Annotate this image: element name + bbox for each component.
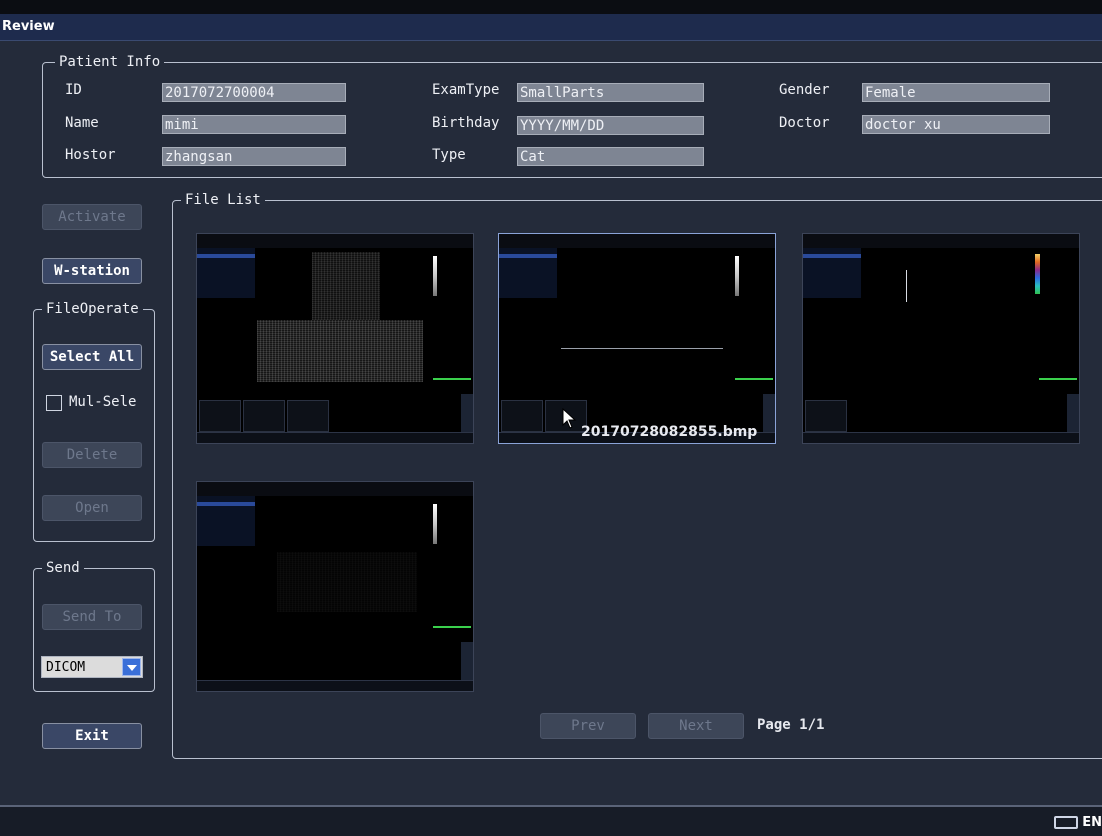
activate-button[interactable]: Activate: [42, 204, 142, 230]
green-marker: [433, 626, 471, 628]
send-legend: Send: [46, 560, 80, 576]
thumbnail-scrollbar: [461, 394, 473, 432]
doctor-field[interactable]: doctor xu: [862, 115, 1050, 134]
send-to-button[interactable]: Send To: [42, 604, 142, 630]
cine-frame: [199, 400, 241, 432]
thumbnail-menu: [803, 248, 861, 298]
thumbnail-footer: [197, 432, 473, 443]
delete-button[interactable]: Delete: [42, 442, 142, 468]
hostor-label: Hostor: [65, 147, 116, 163]
thumbnail-scrollbar: [1067, 394, 1079, 432]
title-bar: Review: [0, 14, 1102, 41]
examtype-field[interactable]: SmallParts: [517, 83, 704, 102]
ultrasound-image: [257, 320, 423, 382]
gray-scale-bar: [433, 504, 437, 544]
thumbnail-footer: [197, 680, 473, 691]
thumbnail-header: [197, 234, 473, 248]
birthday-label: Birthday: [432, 115, 500, 131]
input-method-indicator[interactable]: EN: [1054, 815, 1102, 830]
thumbnail-footer: [803, 432, 1079, 443]
mul-sele-checkbox[interactable]: [46, 395, 62, 411]
file-list-legend: File List: [185, 192, 261, 208]
thumbnail-header: [499, 234, 775, 248]
thumbnail-menu: [197, 248, 255, 298]
green-marker: [1039, 378, 1077, 380]
file-thumbnail[interactable]: [196, 233, 474, 444]
send-format-value: DICOM: [46, 660, 86, 675]
thumbnail-menu: [499, 248, 557, 298]
w-station-button[interactable]: W-station: [42, 258, 142, 284]
cine-frame: [243, 400, 285, 432]
thumbnail-header: [197, 482, 473, 496]
prev-page-button[interactable]: Prev: [540, 713, 636, 739]
green-marker: [735, 378, 773, 380]
mul-sele-label: Mul-Sele: [69, 394, 137, 410]
type-field[interactable]: Cat: [517, 147, 704, 166]
patient-info-legend: Patient Info: [59, 54, 161, 70]
hostor-field[interactable]: zhangsan: [162, 147, 346, 166]
open-button[interactable]: Open: [42, 495, 142, 521]
name-field[interactable]: mimi: [162, 115, 346, 134]
thumbnail-scrollbar: [763, 394, 775, 432]
send-format-select[interactable]: DICOM: [41, 656, 143, 678]
top-strip: [0, 0, 1102, 14]
gender-field[interactable]: Female: [862, 83, 1050, 102]
file-thumbnail[interactable]: [802, 233, 1080, 444]
cine-frame: [501, 400, 543, 432]
next-page-button[interactable]: Next: [648, 713, 744, 739]
file-thumbnail[interactable]: [196, 481, 474, 692]
ultrasound-image: [312, 252, 380, 320]
name-label: Name: [65, 115, 99, 131]
select-all-button[interactable]: Select All: [42, 344, 142, 370]
id-field[interactable]: 2017072700004: [162, 83, 346, 102]
gray-scale-bar: [433, 256, 437, 296]
status-bar: EN: [0, 805, 1102, 836]
page-indicator: Page 1/1: [757, 717, 825, 733]
ultrasound-image: [277, 552, 417, 612]
image-line: [906, 270, 907, 302]
dropdown-arrow-icon[interactable]: [122, 658, 141, 676]
file-thumbnail-selected[interactable]: 20170728082855.bmp: [498, 233, 776, 444]
exit-button[interactable]: Exit: [42, 723, 142, 749]
type-label: Type: [432, 147, 466, 163]
image-line: [561, 348, 723, 349]
gray-scale-bar: [735, 256, 739, 296]
keyboard-icon: [1054, 816, 1079, 829]
doctor-label: Doctor: [779, 115, 830, 131]
thumbnail-menu: [197, 496, 255, 546]
cine-frame: [287, 400, 329, 432]
id-label: ID: [65, 82, 82, 98]
window-title: Review: [2, 19, 55, 34]
thumbnail-scrollbar: [461, 642, 473, 680]
input-method-label: EN: [1082, 815, 1102, 830]
file-operate-legend: FileOperate: [46, 301, 139, 317]
green-marker: [433, 378, 471, 380]
color-scale-bar: [1035, 254, 1040, 294]
thumbnail-header: [803, 234, 1079, 248]
thumbnail-filename: 20170728082855.bmp: [581, 424, 758, 440]
birthday-field[interactable]: YYYY/MM/DD: [517, 116, 704, 135]
examtype-label: ExamType: [432, 82, 500, 98]
review-window: Review Patient Info ID 2017072700004 Nam…: [0, 0, 1102, 836]
cine-frame: [805, 400, 847, 432]
mouse-pointer-icon: [562, 408, 577, 429]
gender-label: Gender: [779, 82, 830, 98]
